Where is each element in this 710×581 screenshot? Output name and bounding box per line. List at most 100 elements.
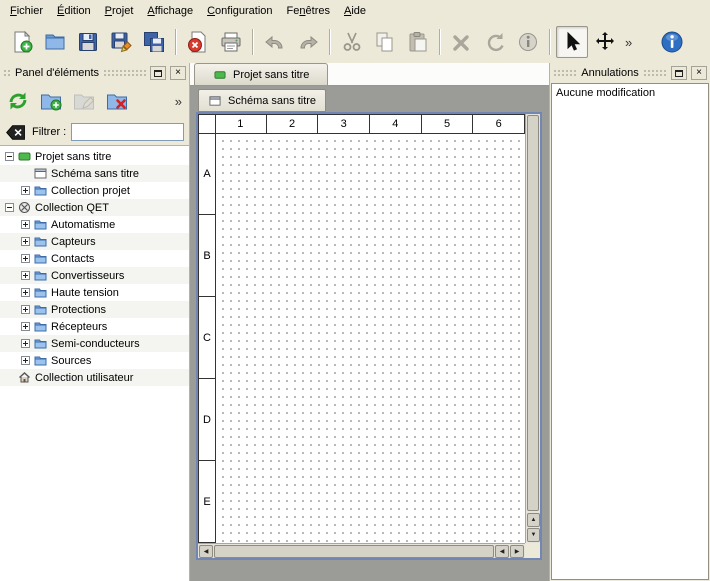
print-button[interactable] <box>215 26 247 58</box>
info-blue-icon <box>660 30 684 54</box>
expand-icon[interactable] <box>21 220 30 229</box>
rotate-button[interactable] <box>479 26 511 58</box>
reload-collections-button[interactable] <box>4 87 32 115</box>
float-panel-button[interactable] <box>671 66 687 80</box>
expand-icon[interactable] <box>21 322 30 331</box>
column-header: 1 <box>214 114 267 134</box>
undo-list[interactable]: Aucune modification <box>551 83 709 580</box>
collapse-icon[interactable] <box>5 152 14 161</box>
clear-filter-button[interactable] <box>5 124 27 141</box>
undo-empty-text: Aucune modification <box>556 87 704 99</box>
folder-icon <box>34 303 47 316</box>
undo-panel-dock: Annulations × Aucune modification <box>549 63 710 581</box>
new-document-icon <box>10 30 34 54</box>
folder-icon <box>34 218 47 231</box>
scroll-down-button[interactable]: ▼ <box>527 528 540 542</box>
row-header: D <box>198 378 216 461</box>
close-document-button[interactable] <box>182 26 214 58</box>
menu-bar: Fichier Édition Projet Affichage Configu… <box>0 0 710 21</box>
delete-button[interactable] <box>446 26 478 58</box>
menu-fenetres[interactable]: Fenêtres <box>280 2 337 20</box>
new-element-button[interactable] <box>37 87 65 115</box>
menu-projet[interactable]: Projet <box>98 2 141 20</box>
expand-icon[interactable] <box>21 254 30 263</box>
filter-input[interactable] <box>71 123 184 141</box>
dock-grip <box>643 69 667 77</box>
select-mode-button[interactable] <box>556 26 588 58</box>
save-button[interactable] <box>72 26 104 58</box>
copy-button[interactable] <box>369 26 401 58</box>
tree-item-automatisme[interactable]: Automatisme <box>0 216 189 233</box>
expand-icon[interactable] <box>21 186 30 195</box>
expand-icon[interactable] <box>21 339 30 348</box>
schema-canvas[interactable] <box>216 134 525 543</box>
open-project-button[interactable] <box>39 26 71 58</box>
tab-schema[interactable]: Schéma sans titre <box>198 89 326 112</box>
undo-button[interactable] <box>259 26 291 58</box>
tree-item-convertisseurs[interactable]: Convertisseurs <box>0 267 189 284</box>
cursor-arrow-icon <box>560 30 584 54</box>
vertical-scrollbar-thumb[interactable] <box>527 115 539 511</box>
toolbar-separator <box>549 29 551 55</box>
menu-configuration[interactable]: Configuration <box>200 2 279 20</box>
toolbar-overflow-icon[interactable]: » <box>622 36 635 49</box>
delete-element-button[interactable] <box>103 87 131 115</box>
tab-project[interactable]: Projet sans titre <box>194 63 328 85</box>
vertical-scrollbar[interactable]: ▲ ▼ <box>525 114 540 543</box>
undo-panel-titlebar[interactable]: Annulations × <box>550 63 710 83</box>
elements-panel-titlebar[interactable]: Panel d'éléments × <box>0 63 189 83</box>
toolbar-separator <box>439 29 441 55</box>
tree-item-capteurs[interactable]: Capteurs <box>0 233 189 250</box>
scroll-right-button[interactable]: ▶ <box>510 545 524 558</box>
move-mode-button[interactable] <box>589 26 621 58</box>
paste-button[interactable] <box>402 26 434 58</box>
scroll-left-button[interactable]: ◀ <box>199 545 213 558</box>
close-panel-button[interactable]: × <box>691 66 707 80</box>
scroll-left-button[interactable]: ◀ <box>495 545 509 558</box>
move-arrows-icon <box>593 30 617 54</box>
save-as-button[interactable] <box>105 26 137 58</box>
redo-button[interactable] <box>292 26 324 58</box>
panel-overflow-icon[interactable]: » <box>172 95 185 108</box>
expand-icon[interactable] <box>21 356 30 365</box>
expand-icon[interactable] <box>21 271 30 280</box>
save-all-button[interactable] <box>138 26 170 58</box>
cut-button[interactable] <box>336 26 368 58</box>
about-button[interactable] <box>656 26 688 58</box>
expand-icon[interactable] <box>21 237 30 246</box>
menu-aide[interactable]: Aide <box>337 2 373 20</box>
tree-item-schema[interactable]: Schéma sans titre <box>0 165 189 182</box>
collapse-icon[interactable] <box>5 203 14 212</box>
close-icon: × <box>696 68 702 78</box>
expand-icon[interactable] <box>21 288 30 297</box>
scroll-up-button[interactable]: ▲ <box>527 513 540 527</box>
column-header: 5 <box>421 114 474 134</box>
edit-element-button[interactable] <box>70 87 98 115</box>
horizontal-scrollbar-thumb[interactable] <box>214 545 494 558</box>
arrow-right-icon: ▶ <box>515 548 520 555</box>
tree-item-recepteurs[interactable]: Récepteurs <box>0 318 189 335</box>
menu-edition[interactable]: Édition <box>50 2 98 20</box>
new-document-button[interactable] <box>6 26 38 58</box>
element-info-button[interactable] <box>512 26 544 58</box>
float-panel-button[interactable] <box>150 66 166 80</box>
tree-item-project[interactable]: Projet sans titre <box>0 148 189 165</box>
menu-fichier[interactable]: Fichier <box>3 2 50 20</box>
tree-item-sources[interactable]: Sources <box>0 352 189 369</box>
schema-view: 1 2 3 4 5 6 A B C D E <box>198 114 540 558</box>
expand-icon[interactable] <box>21 305 30 314</box>
printer-icon <box>219 30 243 54</box>
horizontal-scrollbar[interactable]: ◀ ◀ ▶ <box>198 543 525 558</box>
tree-item-collection-qet[interactable]: Collection QET <box>0 199 189 216</box>
tree-item-protections[interactable]: Protections <box>0 301 189 318</box>
close-panel-button[interactable]: × <box>170 66 186 80</box>
tree-item-collection-utilisateur[interactable]: Collection utilisateur <box>0 369 189 386</box>
filter-row: Filtrer : <box>0 119 189 145</box>
dock-grip <box>3 69 11 77</box>
menu-affichage[interactable]: Affichage <box>140 2 200 20</box>
tree-item-contacts[interactable]: Contacts <box>0 250 189 267</box>
tree-item-collection-projet[interactable]: Collection projet <box>0 182 189 199</box>
tree-item-semi-conducteurs[interactable]: Semi-conducteurs <box>0 335 189 352</box>
tree-item-haute-tension[interactable]: Haute tension <box>0 284 189 301</box>
folder-pencil-icon <box>72 89 96 113</box>
